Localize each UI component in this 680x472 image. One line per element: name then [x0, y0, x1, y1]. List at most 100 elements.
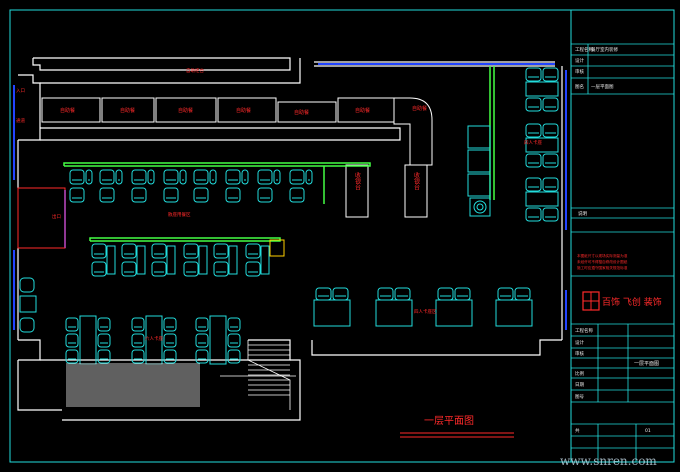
chair	[99, 187, 115, 203]
chair	[121, 243, 137, 259]
chair	[394, 287, 411, 301]
title-block-grid	[571, 43, 674, 462]
chair	[257, 187, 273, 203]
chair	[163, 349, 177, 364]
bar-counters	[63, 66, 495, 242]
chair	[97, 349, 111, 364]
chair	[241, 169, 249, 185]
chair	[131, 333, 145, 348]
chair	[525, 153, 542, 168]
chair	[289, 169, 305, 185]
chair	[542, 67, 559, 82]
counter-cell-2: 自助餐	[120, 107, 135, 114]
note-line-2: 未经许可不得擅自修改设计图纸	[577, 259, 628, 264]
chair	[151, 243, 167, 259]
chair	[121, 261, 137, 277]
company-logo	[582, 291, 600, 311]
booth-row-2	[91, 243, 270, 277]
chair	[91, 243, 107, 259]
pillar-marker	[269, 239, 285, 257]
four-seat-area-label: 四人卡座区	[414, 308, 437, 315]
floor-plan-drawing: 工程名称 餐厅室内装修 设计 审核 图名 一层平面图 说明 本图纸尺寸以现场实际…	[9, 9, 675, 468]
chair	[525, 123, 542, 138]
chair	[163, 169, 179, 185]
sofa-table	[313, 299, 351, 327]
chair	[91, 261, 107, 277]
sofa-table	[375, 299, 413, 327]
chair	[225, 169, 241, 185]
left-side-furniture	[19, 277, 37, 333]
drawing-title-block: 一层平面图	[400, 415, 514, 438]
chair	[193, 187, 209, 203]
counter-cell-5: 自助餐	[294, 109, 309, 116]
left-corridor-label: 通道	[16, 117, 25, 124]
drawing-title: 一层平面图	[424, 415, 474, 427]
booth-seating-label: 散座用餐区	[168, 211, 191, 218]
counter-cell-6: 自助餐	[355, 107, 370, 114]
tb-drawing-name-value: 一层平面图	[591, 84, 614, 90]
tb-sheet-label: 共	[575, 427, 580, 434]
shelving-unit	[467, 125, 491, 217]
chair	[227, 349, 241, 364]
service-counter-2-label: 收银台	[413, 171, 420, 191]
chair	[225, 187, 241, 203]
tb-design-label-2: 设计	[575, 339, 584, 346]
booth-table	[525, 191, 559, 207]
table	[198, 245, 208, 275]
table	[260, 245, 270, 275]
chair	[183, 261, 199, 277]
notes-heading: 说明	[578, 210, 587, 217]
chair	[195, 333, 209, 348]
table	[136, 245, 146, 275]
chair	[332, 287, 349, 301]
right-booths-label: 四人卡座	[524, 139, 542, 146]
chair	[542, 153, 559, 168]
chair	[257, 169, 273, 185]
chair	[85, 169, 93, 185]
chair	[163, 333, 177, 348]
chair	[525, 207, 542, 222]
chair	[131, 169, 147, 185]
booth-row-1	[69, 169, 313, 203]
chair	[131, 187, 147, 203]
tb-date-label: 日期	[575, 382, 584, 388]
chair	[437, 287, 454, 301]
counter-cell-4: 自助餐	[236, 107, 251, 114]
chair	[209, 169, 217, 185]
tb-number-label: 图号	[575, 394, 584, 400]
counter-cell-7: 自助餐	[412, 105, 427, 112]
chair	[227, 333, 241, 348]
chair	[305, 169, 313, 185]
counter-cell-3: 自助餐	[178, 107, 193, 114]
chair	[542, 97, 559, 112]
stair-dining-label: 六人卡座	[145, 335, 163, 342]
tb-drawing-name-label: 图名	[575, 83, 584, 90]
chair	[65, 349, 79, 364]
chair	[97, 317, 111, 332]
tb-review-label-2: 审核	[575, 350, 584, 357]
sofa-table	[495, 299, 533, 327]
chair	[69, 187, 85, 203]
watermark-text: www.snren.com	[560, 454, 657, 468]
chair	[179, 169, 187, 185]
counter-cell-1: 自助餐	[60, 107, 75, 114]
chair	[273, 169, 281, 185]
chair	[514, 287, 531, 301]
chair	[97, 333, 111, 348]
counter-labels: 自助餐 自助餐 自助餐 自助餐 自助餐 自助餐 自助餐	[60, 105, 427, 116]
window-zone-label: 入口	[16, 88, 25, 94]
table	[166, 245, 176, 275]
booth-table	[525, 81, 559, 97]
company-name: 百饰 飞创 装饰	[602, 296, 662, 308]
tb-sheet-value: 01	[645, 428, 651, 434]
chair	[99, 169, 115, 185]
note-line-3: 施工时应遵守国家相关规范标准	[577, 265, 628, 270]
chair	[131, 349, 145, 364]
chair	[245, 243, 261, 259]
chair	[289, 187, 305, 203]
sofa-table	[435, 299, 473, 327]
chair	[245, 261, 261, 277]
chair	[183, 243, 199, 259]
chair	[525, 177, 542, 192]
chair	[377, 287, 394, 301]
